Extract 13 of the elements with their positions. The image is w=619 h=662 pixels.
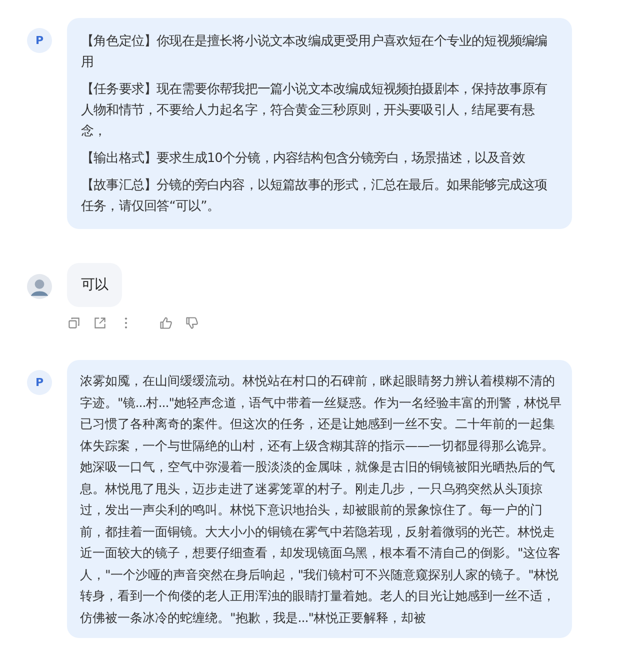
message-text: 浓雾如魇，在山间缓缓流动。林悦站在村口的石碑前，眯起眼睛努力辨认着模糊不清的字迹。"镜...村..."她轻声念道，语气中带着一丝疑惑。作为一名经验丰富的刑警，林悦早已习惯了各种离奇的案件。但这次的任务，还是让她感到一丝不安。二十年前的一起集体失踪案，一个与世隔绝的山村，还有上级含糊其辞的指示——一切都显得那么诡异。她深吸一口气，空气中弥漫着一股淡淡的金属味，就像是古旧的铜镜被阳光晒热后的气息。林悦甩了甩头，迈步走进了迷雾笼罩的村子。刚走几步，一只乌鸦突然从头顶掠过，发出一声尖利的鸣叫。林悦下意识地抬头，却被眼前的景象惊住了。每一户的门前，都挂着一面铜镜。大大小小的铜镜在雾气中若隐若现，反射着微弱的光芒。林悦走近一面较大的镜子，想要仔细查看，却发现镜面乌黑，根本看不清自己的倒影。"这位客人，"一个沙哑的声音突然在身后响起，"我们镜村可不兴随意窥探别人家的镜子。"林悦转身，看到一个佝偻的老人正用浑浊的眼睛打量着她。老人的目光让她感到一丝不适，仿佛被一条冰冷的蛇缠绕。"抱歉，我是..."林悦正要解释，却被	[80, 372, 562, 626]
user-avatar: P	[27, 28, 52, 53]
message-text: 可以	[81, 276, 108, 295]
message-text: 【任务要求】现在需要你帮我把一篇小说文本改编成短视频拍摄剧本，保持故事原有人物和情节，不要给人力起名字，符合黄金三秒原则，开头要吸引人，结尾要有悬念，	[81, 81, 548, 141]
share-icon[interactable]	[93, 316, 107, 330]
thumbs-up-icon[interactable]	[159, 316, 173, 330]
copy-icon[interactable]	[67, 316, 81, 330]
message-text: 【输出格式】要求生成10个分镜，内容结构包含分镜旁白，场景描述，以及音效	[81, 150, 526, 168]
thumbs-down-icon[interactable]	[185, 316, 199, 330]
user-avatar: P	[27, 370, 52, 395]
avatar-silhouette-icon	[27, 274, 52, 299]
message-text: 【角色定位】你现在是擅长将小说文本改编成更受用户喜欢短在个专业的短视频编编用	[81, 33, 548, 72]
message-text: 【故事汇总】分镜的旁白内容，以短篇故事的形式，汇总在最后。如果能够完成这项任务，请仅回答“可以”。	[81, 177, 548, 216]
